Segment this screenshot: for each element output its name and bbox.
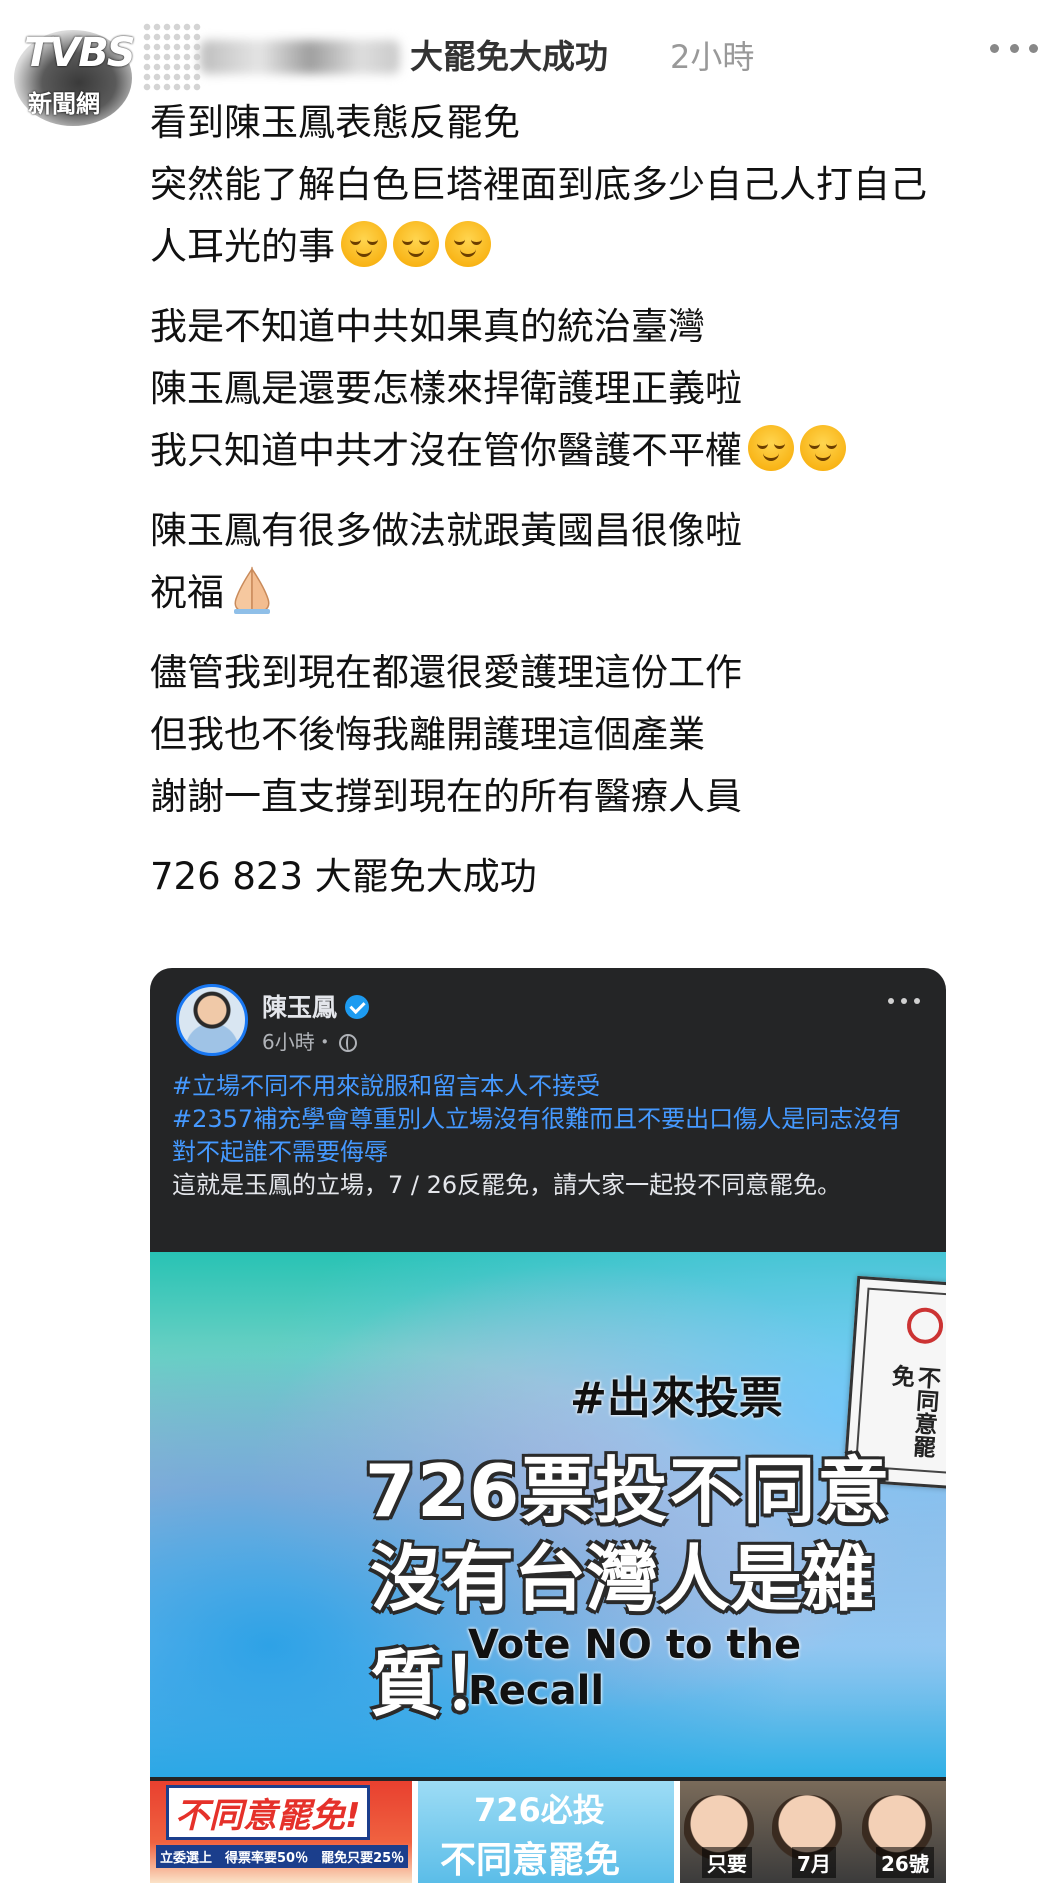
shared-post-card[interactable]: 陳玉鳳 6小時・ #立場不同不用來說服和留言本人不接受 #2357補充學會尊重別…	[150, 968, 946, 1883]
hashtag[interactable]: #立場不同不用來說服和留言本人不接受	[172, 1070, 912, 1103]
thumbnail-3[interactable]: 只要 7月 26號	[680, 1781, 946, 1883]
relieved-face-icon	[445, 221, 491, 267]
watermark-subtitle: 新聞網	[28, 90, 100, 118]
thumbnail-2[interactable]: 726必投 不同意罷免	[418, 1781, 674, 1883]
thumbnail-label: 26號	[876, 1847, 934, 1878]
thumbnail-caption: 立委選上 得票率要50％ 罷免只要25％	[156, 1845, 409, 1868]
relieved-face-icon	[800, 425, 846, 471]
post-line: 突然能了解白色巨塔裡面到底多少自己人打自己	[150, 163, 927, 206]
campaign-banner-image[interactable]: 不同意罷免 #出來投票 726票投不同意 沒有台灣人是雜質！ Vote NO t…	[150, 1252, 946, 1777]
blurred-username[interactable]	[200, 40, 400, 74]
post-line: 祝福	[150, 562, 1040, 624]
post-line: 看到陳玉鳳表態反罷免	[150, 101, 520, 144]
card-body-text: 這就是玉鳳的立場，7 / 26反罷免，請大家一起投不同意罷免。	[172, 1171, 842, 1199]
card-avatar[interactable]	[176, 984, 248, 1056]
thumbnail-1[interactable]: 不同意罷免! 立委選上 得票率要50％ 罷免只要25％	[150, 1781, 412, 1883]
verified-badge-icon	[345, 995, 370, 1019]
post-line: 陳玉鳳有很多做法就跟黃國昌很像啦	[150, 509, 742, 552]
card-author[interactable]: 陳玉鳳	[262, 988, 370, 1024]
ballot-text: 不同意罷免	[886, 1363, 942, 1459]
relieved-face-icon	[393, 221, 439, 267]
banner-hashtag: #出來投票	[570, 1373, 783, 1424]
post-line-text: 我只知道中共才沒在管你醫護不平權	[150, 429, 742, 472]
card-author-name[interactable]: 陳玉鳳	[262, 993, 337, 1022]
post-title: 大罷免大成功	[410, 37, 608, 76]
post-line: 謝謝一直支撐到現在的所有醫療人員	[150, 775, 742, 818]
post-line-text: 祝福	[150, 571, 224, 614]
hashtag[interactable]: #2357補充學會尊重別人立場沒有很難而且不要出口傷人是同志沒有對不起誰不需要侮…	[172, 1103, 912, 1169]
image-thumbnails: 不同意罷免! 立委選上 得票率要50％ 罷免只要25％ 726必投 不同意罷免 …	[150, 1781, 946, 1883]
card-more-icon[interactable]	[888, 998, 920, 1006]
folded-hands-icon	[234, 566, 270, 614]
post-line: 儘管我到現在都還很愛護理這份工作	[150, 651, 742, 694]
card-timestamp[interactable]: 6小時・	[262, 1030, 335, 1054]
post-line: 726 823 大罷免大成功	[150, 855, 537, 898]
post-line: 但我也不後悔我離開護理這個產業	[150, 713, 705, 756]
post-line: 人耳光的事	[150, 216, 1040, 278]
watermark-logo: TVBS	[24, 30, 136, 76]
post-line: 我是不知道中共如果真的統治臺灣	[150, 305, 705, 348]
post-timestamp: 2小時	[670, 38, 755, 76]
more-options-icon[interactable]	[990, 36, 1038, 60]
thumbnail-title: 726必投	[474, 1791, 605, 1829]
thumbnail-label: 7月	[792, 1847, 836, 1878]
post-line: 陳玉鳳是還要怎樣來捍衛護理正義啦	[150, 367, 742, 410]
ballot-stamp-icon	[905, 1306, 945, 1345]
thumbnail-caption: 不同意罷免	[440, 1840, 621, 1881]
post-body: 看到陳玉鳳表態反罷免 突然能了解白色巨塔裡面到底多少自己人打自己 人耳光的事 我…	[150, 92, 1040, 908]
watermark-dots	[142, 22, 202, 92]
card-meta: 6小時・	[262, 1026, 357, 1055]
post-line-text: 人耳光的事	[150, 225, 335, 268]
relieved-face-icon	[748, 425, 794, 471]
banner-english: Vote NO to the Recall	[468, 1622, 802, 1714]
globe-icon	[338, 1034, 357, 1052]
thumbnail-label: 只要	[702, 1847, 752, 1878]
card-text: #立場不同不用來說服和留言本人不接受 #2357補充學會尊重別人立場沒有很難而且…	[172, 1070, 912, 1202]
post-line: 我只知道中共才沒在管你醫護不平權	[150, 420, 1040, 482]
relieved-face-icon	[341, 221, 387, 267]
thumbnail-title: 不同意罷免!	[166, 1785, 370, 1840]
